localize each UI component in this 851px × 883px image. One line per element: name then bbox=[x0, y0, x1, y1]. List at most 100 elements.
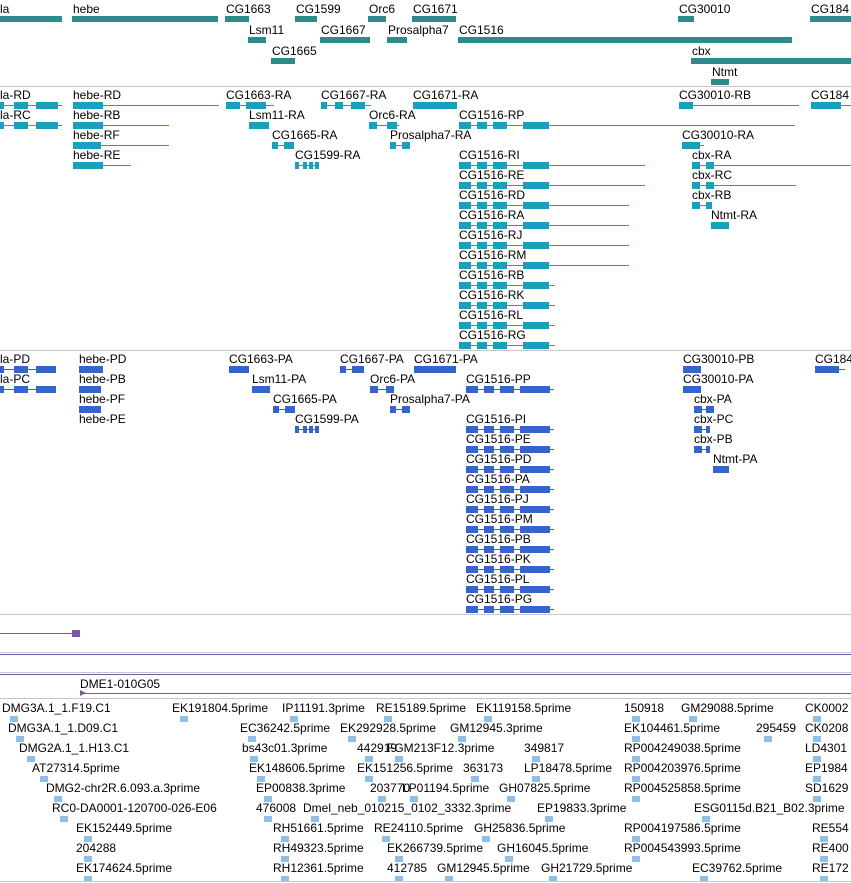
est-label: EK152449.5prime bbox=[76, 821, 173, 835]
transcript-model[interactable] bbox=[811, 102, 851, 109]
transcript-model[interactable] bbox=[273, 406, 295, 413]
gene-ntmt[interactable] bbox=[711, 79, 729, 85]
est-label: 204288 bbox=[76, 841, 117, 855]
transcript-model[interactable] bbox=[73, 162, 131, 169]
transcript-model[interactable] bbox=[414, 366, 456, 373]
transcript-label: Prosalpha7-PA bbox=[390, 392, 470, 406]
transcript-model[interactable] bbox=[229, 366, 249, 373]
transcript-model[interactable] bbox=[459, 342, 555, 349]
transcript-label: CG1516-RA bbox=[459, 208, 525, 222]
transcript-label: CG1516-RE bbox=[459, 168, 525, 182]
est-label: GH21729.5prime bbox=[541, 861, 633, 875]
transcript-model[interactable] bbox=[466, 386, 554, 393]
transcript-model[interactable] bbox=[272, 142, 294, 149]
gene-la[interactable] bbox=[0, 16, 62, 22]
est-label: LD4301 bbox=[805, 741, 848, 755]
transcript-model[interactable] bbox=[413, 102, 457, 109]
est-feature[interactable] bbox=[180, 716, 198, 722]
track-separator bbox=[0, 86, 851, 87]
transcript-model[interactable] bbox=[711, 222, 729, 229]
gene-cg184[interactable] bbox=[810, 16, 851, 22]
transcript-model[interactable] bbox=[340, 366, 364, 373]
transcript-label: CG30010-PB bbox=[683, 352, 755, 366]
transcript-label: Lsm11-RA bbox=[249, 108, 305, 122]
transcript-model[interactable] bbox=[390, 142, 410, 149]
transcript-label: Orc6-PA bbox=[370, 372, 416, 386]
transcript-label: CG1516-PG bbox=[466, 592, 533, 606]
gene-cg1665[interactable] bbox=[271, 58, 295, 64]
est-label: RP004249038.5prime bbox=[624, 741, 741, 755]
est-label: 150918 bbox=[624, 701, 665, 715]
transcript-label: CG1516-PJ bbox=[466, 492, 529, 506]
transcript-label: CG1671-RA bbox=[413, 88, 479, 102]
transcript-model[interactable] bbox=[466, 606, 554, 613]
est-label: EK119158.5prime bbox=[476, 701, 572, 715]
transcript-label: CG1516-PA bbox=[466, 472, 530, 486]
gene-cg1516[interactable] bbox=[458, 37, 792, 43]
est-label: SD1629 bbox=[805, 781, 849, 795]
transcript-label: hebe-RF bbox=[73, 128, 120, 142]
transcript-model[interactable] bbox=[295, 426, 319, 433]
alignment-line[interactable] bbox=[0, 633, 74, 634]
est-label: GH25836.5prime bbox=[474, 821, 566, 835]
clone-line[interactable] bbox=[80, 693, 851, 694]
transcript-label: hebe-RE bbox=[73, 148, 121, 162]
transcript-model[interactable] bbox=[295, 162, 319, 169]
transcript-label: cbx-RB bbox=[692, 188, 732, 202]
est-label: RE15189.5prime bbox=[376, 701, 467, 715]
transcript-label: CG1667-RA bbox=[321, 88, 387, 102]
track-separator bbox=[0, 350, 851, 351]
gene-cbx[interactable] bbox=[691, 58, 851, 64]
transcript-model[interactable] bbox=[694, 446, 710, 453]
gene-label: CG1667 bbox=[321, 23, 366, 37]
gene-label: hebe bbox=[73, 2, 100, 16]
gene-orc6[interactable] bbox=[368, 16, 386, 22]
gene-cg1667[interactable] bbox=[320, 37, 370, 43]
gene-prosalpha7[interactable] bbox=[387, 37, 407, 43]
transcript-model[interactable] bbox=[0, 386, 56, 393]
alignment-block[interactable] bbox=[72, 630, 80, 637]
est-label: 476008 bbox=[256, 801, 297, 815]
gene-cg1599[interactable] bbox=[295, 16, 317, 22]
transcript-label: hebe-PB bbox=[79, 372, 126, 386]
est-label: RE172 bbox=[812, 861, 849, 875]
est-label: RP004525858.5prime bbox=[624, 781, 741, 795]
transcript-model[interactable] bbox=[252, 386, 270, 393]
est-label: RP004197586.5prime bbox=[624, 821, 741, 835]
est-feature[interactable] bbox=[632, 796, 650, 802]
est-label: GM12945.3prime bbox=[450, 721, 543, 735]
gene-cg1671[interactable] bbox=[412, 16, 456, 22]
gene-lsm11[interactable] bbox=[248, 37, 266, 43]
transcript-label: Lsm11-PA bbox=[252, 372, 307, 386]
transcript-model[interactable] bbox=[390, 406, 410, 413]
track-separator bbox=[0, 614, 851, 615]
transcript-model[interactable] bbox=[321, 102, 371, 109]
gene-label: CG1663 bbox=[226, 2, 271, 16]
alignment-line[interactable] bbox=[0, 674, 851, 675]
est-label: RH51661.5prime bbox=[273, 821, 364, 835]
alignment-line[interactable] bbox=[0, 654, 851, 655]
est-feature[interactable] bbox=[632, 856, 650, 862]
transcript-model[interactable] bbox=[692, 202, 712, 209]
est-label: RH49323.5prime bbox=[273, 841, 364, 855]
gene-hebe[interactable] bbox=[72, 16, 218, 22]
transcript-model[interactable] bbox=[713, 466, 729, 473]
transcript-label: Ntmt-PA bbox=[713, 452, 758, 466]
transcript-model[interactable] bbox=[0, 122, 62, 129]
transcript-label: hebe-RD bbox=[73, 88, 122, 102]
transcript-label: CG1516-RI bbox=[459, 148, 520, 162]
est-label: GM12945.5prime bbox=[437, 861, 530, 875]
gene-cg30010[interactable] bbox=[678, 16, 694, 22]
gene-label: cbx bbox=[692, 44, 711, 58]
est-feature[interactable] bbox=[764, 736, 782, 742]
transcript-label: CG1516-PM bbox=[466, 512, 533, 526]
transcript-label: CG30010-PA bbox=[683, 372, 754, 386]
transcript-label: cbx-PA bbox=[694, 392, 732, 406]
transcript-label: CG30010-RA bbox=[682, 128, 755, 142]
transcript-model[interactable] bbox=[679, 102, 799, 109]
est-label: EC36242.5prime bbox=[240, 721, 331, 735]
transcript-model[interactable] bbox=[249, 122, 269, 129]
est-label: 363173 bbox=[463, 761, 504, 775]
transcript-model[interactable] bbox=[815, 366, 845, 373]
gene-cg1663[interactable] bbox=[225, 16, 249, 22]
